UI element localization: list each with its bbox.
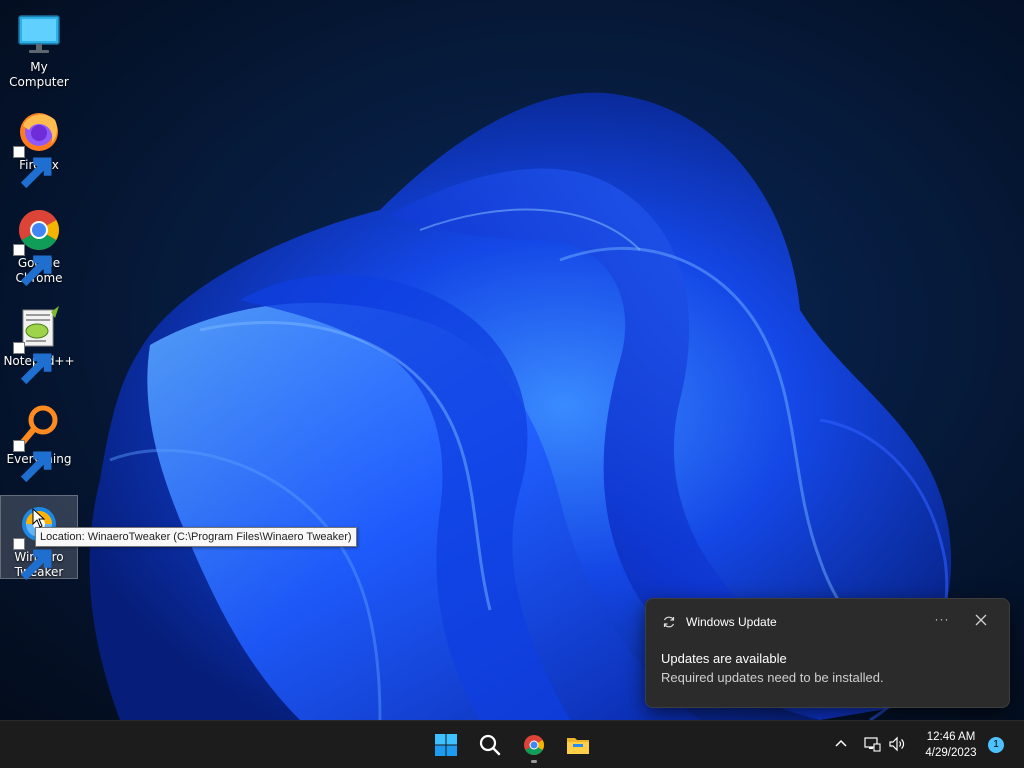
close-button[interactable]: [972, 611, 990, 629]
chrome-icon: [13, 206, 63, 287]
shortcut-arrow-icon: [13, 538, 52, 581]
firefox-icon: [13, 108, 63, 189]
taskbar-chrome-button[interactable]: [516, 727, 552, 763]
everything-search-icon: [13, 402, 63, 483]
file-explorer-button[interactable]: [560, 727, 596, 763]
folder-icon: [567, 738, 589, 754]
notification-badge[interactable]: 1: [988, 737, 1004, 753]
shortcut-arrow-icon: [13, 244, 52, 287]
windows-start-icon: [435, 734, 457, 756]
shortcut-arrow-icon: [13, 440, 52, 483]
volume-button[interactable]: [888, 735, 906, 753]
show-hidden-icons-button[interactable]: [832, 735, 850, 753]
network-button[interactable]: [863, 735, 881, 753]
shortcut-arrow-icon: [13, 146, 52, 189]
shortcut-arrow-icon: [13, 342, 52, 385]
running-indicator: [531, 760, 537, 763]
desktop-icon-my-computer[interactable]: My Computer: [0, 6, 78, 90]
monitor-icon: [15, 10, 63, 58]
search-button[interactable]: [472, 727, 508, 763]
desktop[interactable]: My Computer Firefox Google Chrome Notepa…: [0, 0, 1024, 720]
toast-title: Updates are available: [661, 651, 787, 666]
sync-icon: [663, 616, 675, 628]
desktop-icon-google-chrome[interactable]: Google Chrome: [0, 202, 78, 287]
desktop-icon-label: My Computer: [9, 60, 69, 89]
clock-button[interactable]: 12:46 AM 4/29/2023: [916, 729, 986, 761]
network-icon: [864, 737, 881, 752]
clock-time: 12:46 AM: [926, 731, 976, 743]
update-notification[interactable]: Windows Update ··· Updates are available…: [645, 598, 1010, 708]
clock-date: 4/29/2023: [925, 747, 977, 759]
search-icon: [479, 734, 501, 756]
taskbar: 12:46 AM 4/29/2023 1: [0, 720, 1024, 768]
mouse-cursor-icon: [32, 508, 46, 528]
desktop-icon-everything[interactable]: Everything: [0, 398, 78, 483]
more-options-button[interactable]: ···: [932, 609, 952, 629]
chevron-up-icon: [835, 739, 847, 747]
toast-header: Windows Update: [662, 613, 777, 631]
chrome-icon: [524, 735, 544, 755]
close-icon: [975, 614, 987, 626]
toast-body: Required updates need to be installed.: [661, 670, 884, 685]
icon-tooltip: Location: WinaeroTweaker (C:\Program Fil…: [35, 527, 357, 547]
desktop-icon-firefox[interactable]: Firefox: [0, 104, 78, 189]
desktop-icon-notepadpp[interactable]: Notepad++: [0, 300, 78, 385]
start-button[interactable]: [428, 727, 464, 763]
speaker-icon: [889, 736, 905, 752]
notepadpp-icon: [13, 304, 63, 385]
toast-app-name: Windows Update: [686, 615, 777, 629]
